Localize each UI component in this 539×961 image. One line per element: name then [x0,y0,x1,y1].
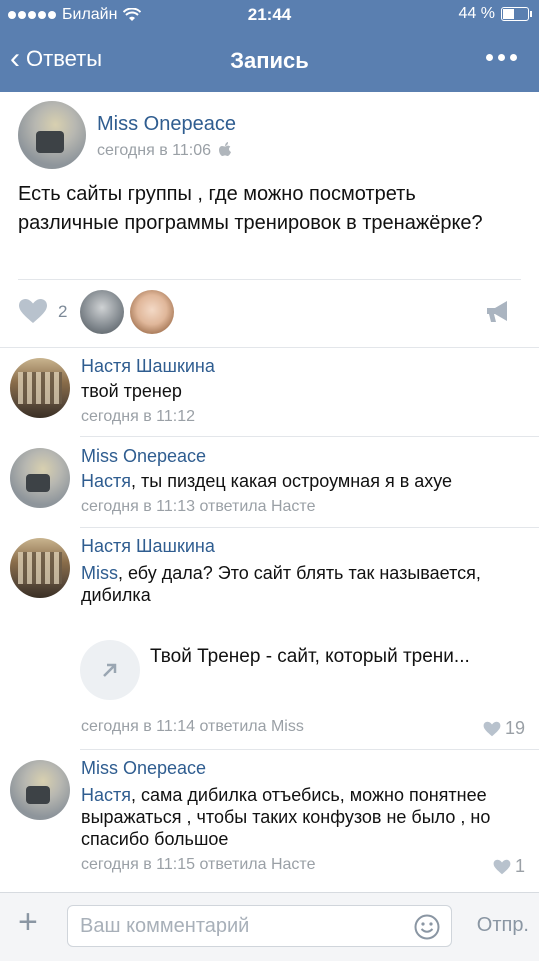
post-author-avatar[interactable] [18,101,86,169]
reply-mention[interactable]: Настя [81,471,131,491]
comment-text: твой тренер [81,381,182,401]
link-attachment[interactable]: Твой Тренер - сайт, который трени... [80,640,530,700]
divider [80,749,539,750]
post-text: Есть сайты группы , где можно посмотреть… [18,183,483,234]
comment-like[interactable]: 19 [483,718,525,739]
divider [80,436,539,437]
liker-avatar[interactable] [130,290,174,334]
link-title: Твой Тренер - сайт, который трени... [150,646,470,667]
liker-avatar[interactable] [80,290,124,334]
comment-like-count: 19 [504,718,525,738]
link-arrow-icon [80,640,140,700]
avatar [18,101,86,169]
likes-row: 2 [18,290,521,334]
reply-mention[interactable]: Miss [81,563,118,583]
status-bar: Билайн 21:44 44 % [0,0,539,30]
battery-icon [501,7,532,21]
comment-meta: сегодня в 11:12 [81,408,196,425]
avatar[interactable] [10,760,70,820]
comment-author[interactable]: Настя Шашкина [81,536,215,557]
like-heart-icon[interactable] [18,298,48,331]
comment-meta: сегодня в 11:15 ответила Насте [81,856,316,873]
like-count: 2 [58,302,68,321]
avatar[interactable] [10,448,70,508]
avatar[interactable] [10,538,70,598]
comment-composer: + Отпр. [0,892,539,961]
send-button[interactable]: Отпр. [477,914,529,937]
comment-author[interactable]: Настя Шашкина [81,356,215,377]
comment-input[interactable] [67,905,452,947]
comment-meta: сегодня в 11:14 ответила Miss [81,718,304,735]
post-time: сегодня в 11:06 [97,142,232,160]
divider [0,347,539,348]
nav-bar: ‹ Ответы Запись [0,30,539,92]
post-author-name[interactable]: Miss Onepeace [97,113,236,136]
comment-like[interactable]: 1 [493,856,525,877]
divider [18,279,521,280]
comment-author[interactable]: Miss Onepeace [81,446,206,467]
battery-percent: 44 % [458,5,495,22]
reply-mention[interactable]: Настя [81,785,131,805]
comment-author[interactable]: Miss Onepeace [81,758,206,779]
comment-like-count: 1 [514,856,525,876]
divider [80,527,539,528]
share-megaphone-icon[interactable] [485,300,513,329]
comment-text: Настя, ты пиздец какая остроумная я в ах… [81,471,453,491]
comment-meta: сегодня в 11:13 ответила Насте [81,498,316,515]
apple-icon [219,142,232,156]
comment-text: Настя, сама дибилка отъебись, можно поня… [81,785,491,849]
attach-plus-icon[interactable]: + [18,905,38,939]
emoji-icon[interactable] [414,914,440,945]
heart-icon [493,859,511,874]
page-title: Запись [230,48,309,73]
heart-icon [483,721,501,736]
comment-text: Miss, ебу дала? Это сайт блять так назыв… [81,563,481,605]
avatar[interactable] [10,358,70,418]
more-options-icon[interactable] [486,54,517,61]
